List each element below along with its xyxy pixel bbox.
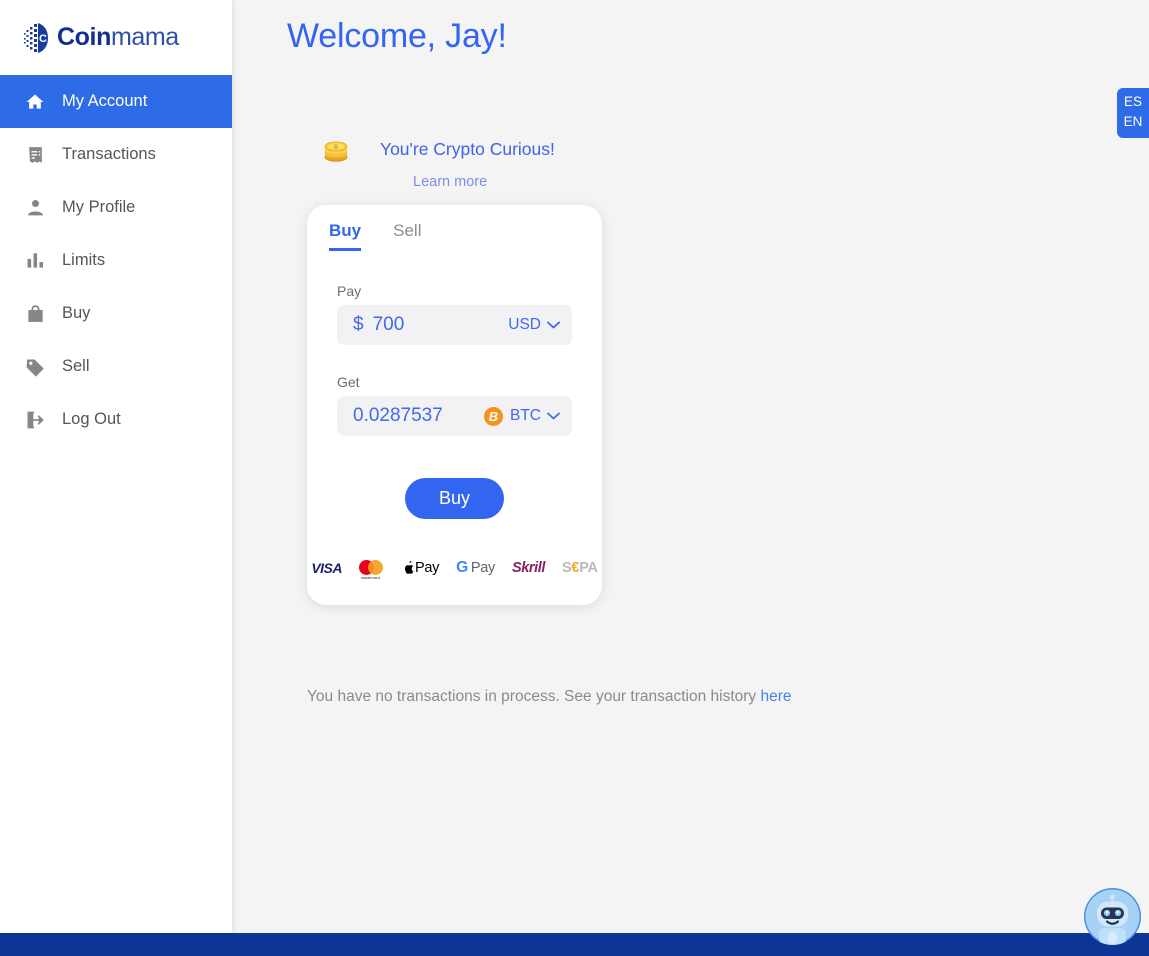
- sepa-label-post: PA: [579, 560, 597, 576]
- pay-label: Pay: [337, 283, 572, 299]
- person-icon: [24, 197, 46, 219]
- get-label: Get: [337, 374, 572, 390]
- sidebar-item-limits[interactable]: Limits: [0, 234, 232, 287]
- sidebar-nav: My Account Transactions: [0, 75, 232, 446]
- sepa-label-pre: S: [562, 560, 571, 576]
- mastercard-yellow-circle: [368, 560, 383, 575]
- pay-amount[interactable]: $ 700: [353, 314, 508, 336]
- transaction-history-link[interactable]: here: [761, 688, 792, 705]
- main-content: Welcome, Jay! B You're Crypto Curious! L…: [232, 0, 1149, 933]
- get-currency-selector[interactable]: B BTC: [484, 407, 560, 426]
- bitcoin-icon: B: [484, 407, 503, 426]
- bar-chart-icon: [24, 250, 46, 272]
- chatbot-launcher[interactable]: [1084, 888, 1141, 945]
- sidebar-item-buy[interactable]: Buy: [0, 287, 232, 340]
- coinmama-logo-icon: C: [24, 21, 50, 55]
- apple-pay-icon: Pay: [404, 559, 439, 576]
- svg-text:C: C: [39, 33, 47, 45]
- app-root: C Coinmama My Account: [0, 0, 1149, 956]
- tab-buy[interactable]: Buy: [329, 221, 361, 251]
- submit-row: Buy: [307, 478, 602, 519]
- mastercard-icon: mastercard: [359, 559, 387, 576]
- transaction-status-line: You have no transactions in process. See…: [307, 688, 792, 706]
- buy-submit-button[interactable]: Buy: [405, 478, 504, 519]
- sidebar-item-label: Limits: [62, 252, 105, 269]
- skrill-icon: Skrill: [512, 559, 545, 576]
- visa-icon: VISA: [311, 559, 342, 576]
- footer-bar: [0, 933, 1149, 956]
- sepa-icon: S€PA: [562, 559, 598, 576]
- apple-logo-icon: [404, 561, 414, 574]
- sepa-euro-mark: €: [571, 560, 579, 576]
- brand-name-bold: Coin: [57, 23, 111, 51]
- get-field-group: Get 0.0287537 B BTC: [307, 374, 602, 436]
- pay-field-group: Pay $ 700 USD: [307, 283, 602, 345]
- sidebar-item-label: Sell: [62, 358, 90, 375]
- trade-card: Buy Sell Pay $ 700 USD: [307, 205, 602, 605]
- sidebar-item-label: Buy: [62, 305, 90, 322]
- language-switcher[interactable]: ES EN: [1117, 88, 1149, 138]
- brand-logo[interactable]: C Coinmama: [0, 0, 232, 75]
- chatbot-robot-icon: [1084, 888, 1141, 945]
- chevron-down-icon: [547, 412, 560, 420]
- apple-pay-label: Pay: [415, 560, 439, 576]
- shopping-bag-icon: [24, 303, 46, 325]
- sidebar-item-my-profile[interactable]: My Profile: [0, 181, 232, 234]
- chevron-down-icon: [547, 321, 560, 329]
- sidebar-item-log-out[interactable]: Log Out: [0, 393, 232, 446]
- trade-tabs: Buy Sell: [307, 205, 602, 251]
- sidebar-item-my-account[interactable]: My Account: [0, 75, 232, 128]
- google-pay-icon: G Pay: [456, 559, 495, 576]
- sidebar-item-sell[interactable]: Sell: [0, 340, 232, 393]
- get-currency-code: BTC: [510, 407, 541, 425]
- mastercard-label: mastercard: [361, 576, 380, 580]
- home-icon: [24, 91, 46, 113]
- coin-stack-emoji: B: [320, 133, 352, 165]
- google-g-mark: G: [456, 559, 468, 577]
- get-amount[interactable]: 0.0287537: [353, 405, 484, 427]
- pay-currency-selector[interactable]: USD: [508, 316, 560, 334]
- sidebar-item-transactions[interactable]: Transactions: [0, 128, 232, 181]
- sidebar-item-label: Transactions: [62, 146, 156, 163]
- get-amount-value: 0.0287537: [353, 405, 443, 427]
- pay-currency-code: USD: [508, 316, 541, 334]
- sidebar: C Coinmama My Account: [0, 0, 232, 933]
- get-input-box[interactable]: 0.0287537 B BTC: [337, 396, 572, 436]
- sidebar-item-label: My Profile: [62, 199, 135, 216]
- brand-name: Coinmama: [57, 25, 179, 50]
- receipt-icon: [24, 144, 46, 166]
- promo-text: You're Crypto Curious!: [380, 139, 555, 160]
- page-title: Welcome, Jay!: [287, 17, 507, 56]
- pay-currency-symbol: $: [353, 314, 364, 336]
- brand-name-light: mama: [111, 23, 179, 51]
- pay-input-box[interactable]: $ 700 USD: [337, 305, 572, 345]
- sidebar-item-label: My Account: [62, 93, 147, 110]
- promo-banner: B You're Crypto Curious!: [320, 133, 555, 165]
- sidebar-item-label: Log Out: [62, 411, 121, 428]
- learn-more-link[interactable]: Learn more: [413, 174, 487, 190]
- tab-sell[interactable]: Sell: [393, 221, 421, 251]
- transaction-status-text: You have no transactions in process. See…: [307, 688, 761, 705]
- pay-amount-value: 700: [373, 314, 405, 336]
- tag-icon: [24, 356, 46, 378]
- google-pay-label: Pay: [471, 560, 495, 576]
- language-option-es[interactable]: ES: [1117, 92, 1149, 112]
- logout-icon: [24, 409, 46, 431]
- payment-methods: VISA mastercard Pay G Pay Skrill: [307, 559, 602, 576]
- svg-text:B: B: [334, 145, 339, 151]
- language-option-en[interactable]: EN: [1117, 112, 1149, 132]
